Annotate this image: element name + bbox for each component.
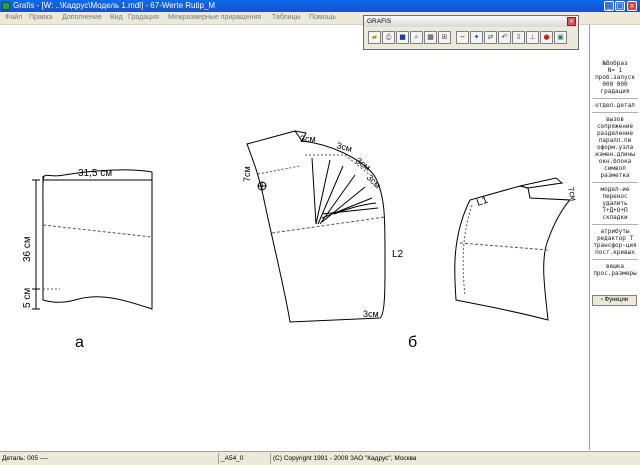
dim-b-2: 3см: [335, 140, 353, 154]
sidebar-divider: [592, 224, 638, 225]
undo-icon[interactable]: ↶: [498, 31, 511, 44]
sidebar-header-2[interactable]: проб.запуск: [590, 74, 640, 81]
menu-help[interactable]: Помощь: [309, 12, 336, 24]
sidebar-item-attributes[interactable]: атрибуты: [590, 228, 640, 235]
menu-tables[interactable]: Таблицы: [272, 12, 301, 24]
sidebar-divider: [592, 98, 638, 99]
label-a: а: [75, 334, 84, 351]
title-bar: Grafis - [W: ..\Кадрус\Модель 1.mdl] - 6…: [0, 0, 640, 12]
sidebar-item-modeling[interactable]: модел-ие: [590, 186, 640, 193]
pattern-a-outline: [42, 169, 153, 310]
close-icon[interactable]: ×: [627, 1, 637, 11]
menu-edit[interactable]: Правка: [29, 12, 53, 24]
sidebar-header-3: 000 000: [602, 81, 628, 88]
minimize-icon[interactable]: _: [604, 1, 614, 11]
dim-b-6: 3см: [363, 309, 379, 319]
open-folder-icon[interactable]: ▰: [368, 31, 381, 44]
status-part: Деталь: 005 ----: [2, 455, 49, 462]
status-size: _A54_0: [218, 453, 268, 464]
grid-icon[interactable]: ⊞: [438, 31, 451, 44]
pattern-c-inner: [462, 204, 473, 297]
window-title: Grafis - [W: ..\Кадрус\Модель 1.mdl] - 6…: [13, 1, 216, 10]
sidebar-item-conjugation[interactable]: сопряжение: [590, 123, 640, 130]
sidebar-item-block-window[interactable]: окн.блока: [590, 158, 640, 165]
status-bar: Деталь: 005 ---- _A54_0 (C) Copyright 19…: [0, 451, 640, 465]
dim-height-label: 36 см: [22, 236, 33, 262]
drawing-canvas[interactable]: 31,5 см 36 см 5 см а 3см 3см 3см 3см 7см…: [0, 25, 590, 450]
sidebar-item-marking[interactable]: разметка: [590, 172, 640, 179]
insert-icon[interactable]: ⊥: [526, 31, 539, 44]
pattern-b-crease: [271, 216, 386, 234]
sidebar-header-1: N= 1: [607, 67, 623, 74]
status-copyright: (C) Copyright 1991 - 2009 ЗАО "Кадрус", …: [270, 453, 640, 464]
sidebar-item-call[interactable]: вызов: [590, 116, 640, 123]
sidebar-item-editor-t[interactable]: редактор Т: [590, 235, 640, 242]
sidebar-item-parallel[interactable]: паралл.пи: [590, 137, 640, 144]
sidebar-divider: [592, 112, 638, 113]
sidebar-item-split[interactable]: разделение: [590, 130, 640, 137]
down-arrow-icon[interactable]: ⇩: [512, 31, 525, 44]
menu-view[interactable]: Вид: [110, 12, 123, 24]
toolbar-close-icon[interactable]: ×: [567, 17, 576, 26]
sidebar-item-folds[interactable]: складки: [590, 214, 640, 221]
sidebar-item-part-separation[interactable]: отдел.детал: [590, 102, 640, 109]
pattern-a-crease: [42, 224, 153, 238]
menu-extension[interactable]: Дополнение: [62, 12, 102, 24]
sidebar-item-marker[interactable]: вешка: [590, 263, 640, 270]
table-icon[interactable]: ▦: [424, 31, 437, 44]
sidebar-item-transformation[interactable]: трансфор-ция: [590, 242, 640, 249]
toolbar-title: GRAFIS: [364, 16, 578, 27]
sidebar-item-view-sizes[interactable]: прос.размеры: [590, 270, 640, 277]
dim-bottom-label: 5 см: [22, 288, 33, 308]
grafis-toolbar-window[interactable]: GRAFIS × ▰ ⎙ ■ ⌕ ▦ ⊞ ━ ✦ ⇄ ↶ ⇩ ⊥ ● ▣: [363, 15, 579, 50]
curve-label-l2: L2: [392, 249, 404, 260]
sidebar-divider: [592, 259, 638, 260]
sidebar-header-4[interactable]: градация: [590, 88, 640, 95]
grading-icon[interactable]: ✦: [470, 31, 483, 44]
app-icon: [2, 2, 10, 10]
sidebar-item-delete[interactable]: удалить: [590, 200, 640, 207]
pattern-drawing: 31,5 см 36 см 5 см а 3см 3см 3см 3см 7см…: [22, 130, 578, 351]
pattern-c-notch: [519, 177, 564, 189]
sidebar-item-change-length[interactable]: измен.длины: [590, 151, 640, 158]
maximize-icon[interactable]: □: [615, 1, 625, 11]
save-icon[interactable]: ■: [396, 31, 409, 44]
stop-icon[interactable]: ●: [540, 31, 553, 44]
sidebar-item-knot-design[interactable]: оформ.узла: [590, 144, 640, 151]
sidebar-divider: [592, 182, 638, 183]
menu-grading[interactable]: Градация: [128, 12, 159, 24]
label-b: б: [408, 334, 417, 351]
sidebar-item-tdop[interactable]: Т+Д+О+П: [590, 207, 640, 214]
zoom-icon[interactable]: ⌕: [410, 31, 423, 44]
dim-width-label: 31,5 см: [78, 168, 112, 179]
functions-button[interactable]: ‹ Функции: [592, 295, 637, 306]
transform-icon[interactable]: ⇄: [484, 31, 497, 44]
menu-intersize-increments[interactable]: Межразмерные приращения: [168, 12, 261, 24]
sidebar-item-curve-build[interactable]: пост.кривых: [590, 249, 640, 256]
function-sidebar: №Вобраз N= 1 проб.запуск 000 000 градаци…: [590, 25, 640, 450]
sidebar-item-transfer[interactable]: перенос: [590, 193, 640, 200]
sidebar-item-symbol[interactable]: символ: [590, 165, 640, 172]
sidebar-header-0: №Вобраз: [602, 60, 628, 67]
print-icon[interactable]: ⎙: [382, 31, 395, 44]
curve-label-l1: L1: [475, 195, 490, 209]
monitor-icon[interactable]: ▣: [554, 31, 567, 44]
measure-icon[interactable]: ━: [456, 31, 469, 44]
dim-b-1: 3см: [300, 134, 316, 144]
dim-b-5: 7см: [242, 166, 252, 182]
menu-file[interactable]: Файл: [5, 12, 22, 24]
